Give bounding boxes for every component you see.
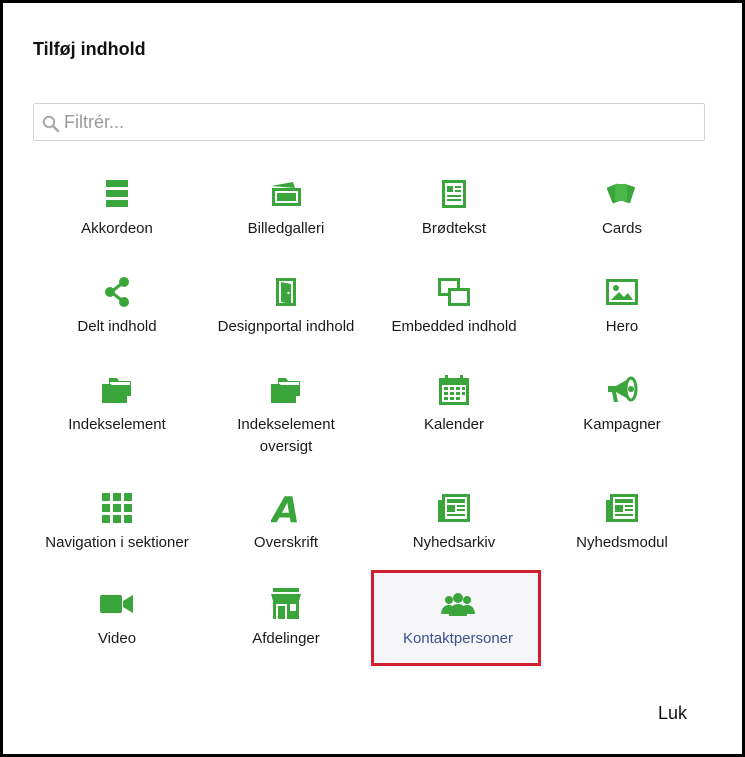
- content-item-label: Hero: [605, 318, 639, 335]
- content-item-embedded-indhold[interactable]: Embedded indhold: [370, 266, 538, 366]
- content-item-kontaktpersoner[interactable]: Kontaktpersoner: [374, 570, 542, 666]
- newspaper-icon: [606, 494, 638, 522]
- cards-icon: [607, 183, 635, 204]
- content-item-nyhedsarkiv[interactable]: Nyhedsarkiv: [370, 482, 538, 582]
- content-item-label: Delt indhold: [77, 318, 157, 335]
- content-item-label: Afdelinger: [252, 630, 320, 647]
- content-item-brodtekst[interactable]: Brødtekst: [370, 168, 538, 268]
- calendar-icon: [439, 375, 469, 405]
- content-item-label: Nyhedsmodul: [576, 534, 668, 551]
- content-item-kalender[interactable]: Kalender: [370, 364, 538, 464]
- accordion-icon: [106, 180, 128, 207]
- share-icon: [105, 277, 129, 307]
- content-item-label: Indekselement oversigt: [237, 416, 335, 455]
- content-item-video[interactable]: Video: [33, 578, 201, 678]
- hero-image-icon: [606, 279, 638, 305]
- content-item-label: Overskrift: [253, 534, 319, 551]
- newspaper-icon: [438, 494, 470, 522]
- door-icon: [276, 278, 296, 306]
- close-button[interactable]: Luk: [658, 703, 687, 724]
- content-item-label: Indekselement: [68, 416, 166, 433]
- dialog-title: Tilføj indhold: [33, 39, 146, 59]
- image-gallery-icon: [271, 182, 301, 206]
- content-item-kampagner[interactable]: Kampagner: [538, 364, 706, 464]
- svg-text:A: A: [271, 492, 300, 524]
- content-item-delt-indhold[interactable]: Delt indhold: [33, 266, 201, 366]
- content-item-label: Nyhedsarkiv: [412, 534, 496, 551]
- content-item-label: Brødtekst: [421, 220, 487, 237]
- content-item-label: Designportal indhold: [217, 318, 355, 335]
- content-item-indekselement[interactable]: Indekselement: [33, 364, 201, 464]
- content-item-hero[interactable]: Hero: [538, 266, 706, 366]
- content-item-nyhedsmodul[interactable]: Nyhedsmodul: [538, 482, 706, 582]
- content-item-label: Kampagner: [583, 416, 661, 433]
- filter-input[interactable]: [64, 104, 694, 140]
- people-icon: [441, 593, 475, 616]
- video-camera-icon: [100, 595, 133, 613]
- content-item-cards[interactable]: Cards: [538, 168, 706, 268]
- heading-icon: A: [271, 492, 300, 524]
- content-item-afdelinger[interactable]: Afdelinger: [202, 578, 370, 678]
- embedded-icon: [438, 278, 470, 306]
- search-icon: [42, 115, 60, 133]
- folder-icon: [271, 378, 300, 403]
- store-icon: [271, 588, 301, 619]
- content-item-navigation-i-sektioner[interactable]: Navigation i sektioner: [33, 482, 201, 582]
- filter-field[interactable]: [33, 103, 705, 141]
- content-item-label: Akkordeon: [81, 220, 153, 237]
- content-item-indekselement-oversigt[interactable]: Indekselement oversigt: [202, 364, 370, 464]
- content-item-designportal-indhold[interactable]: Designportal indhold: [202, 266, 370, 366]
- content-item-label: Billedgalleri: [247, 220, 325, 237]
- content-item-label: Navigation i sektioner: [45, 534, 189, 551]
- content-item-akkordeon[interactable]: Akkordeon: [33, 168, 201, 268]
- content-item-label: Kontaktpersoner: [402, 630, 514, 647]
- body-text-icon: [442, 180, 466, 208]
- content-item-label: Cards: [601, 220, 642, 237]
- content-item-overskrift[interactable]: A Overskrift: [202, 482, 370, 582]
- content-item-label: Video: [97, 630, 137, 647]
- content-item-label: Embedded indhold: [391, 318, 517, 335]
- grid-icon: [102, 493, 132, 523]
- folder-icon: [102, 378, 131, 403]
- content-item-billedgalleri[interactable]: Billedgalleri: [202, 168, 370, 268]
- megaphone-icon: [608, 376, 638, 402]
- content-item-label: Kalender: [423, 416, 485, 433]
